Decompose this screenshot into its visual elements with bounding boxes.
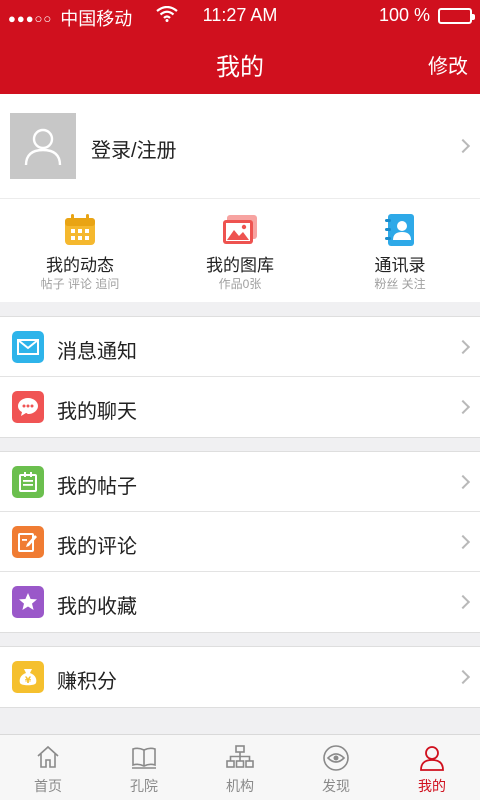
status-bar: ●●●○○ 中国移动 11:27 AM 100 %	[0, 0, 480, 30]
app-header: ●●●○○ 中国移动 11:27 AM 100 % 我的 修改	[0, 0, 480, 94]
profile-login-row[interactable]: 登录/注册	[0, 94, 480, 198]
money-bag-icon: ¥	[12, 661, 44, 693]
default-avatar-icon	[24, 128, 62, 166]
tab-discover[interactable]: 发现	[288, 735, 384, 800]
list-item-label: 我的收藏	[57, 596, 137, 618]
chevron-right-icon	[455, 594, 471, 610]
org-chart-icon	[226, 745, 254, 774]
tab-label: 我的	[418, 778, 446, 794]
quick-links: 我的动态 帖子 评论 追问 我的图库 作品0张 通讯录 粉丝 关注	[0, 198, 480, 302]
quick-link-title: 通讯录	[374, 256, 426, 275]
svg-text:¥: ¥	[25, 676, 32, 686]
tab-label: 发现	[322, 778, 350, 794]
tab-label: 首页	[34, 778, 62, 794]
list-item-label: 我的评论	[57, 536, 137, 558]
tab-confucius-institute[interactable]: 孔院	[96, 735, 192, 800]
tab-label: 机构	[226, 778, 254, 794]
list-item-my-favorites[interactable]: 我的收藏	[0, 572, 480, 632]
battery-percent: 100 %	[378, 5, 430, 25]
list-item-label: 我的帖子	[57, 476, 137, 498]
chevron-right-icon	[455, 339, 471, 355]
quick-link-my-gallery[interactable]: 我的图库 作品0张	[160, 199, 320, 303]
quick-link-subtitle: 帖子 评论 追问	[40, 277, 120, 291]
tab-mine[interactable]: 我的	[384, 735, 480, 800]
eye-icon	[323, 745, 349, 776]
quick-link-my-activity[interactable]: 我的动态 帖子 评论 追问	[0, 199, 160, 303]
user-icon	[420, 745, 444, 776]
list-item-my-chat[interactable]: 我的聊天	[0, 377, 480, 437]
battery-icon	[438, 7, 475, 24]
list-item-label: 消息通知	[57, 341, 137, 363]
section-points: ¥ 赚积分	[0, 646, 480, 708]
contacts-icon	[384, 213, 416, 252]
tab-home[interactable]: 首页	[0, 735, 96, 800]
quick-link-contacts[interactable]: 通讯录 粉丝 关注	[320, 199, 480, 303]
comment-edit-icon	[12, 526, 44, 558]
list-item-my-posts[interactable]: 我的帖子	[0, 452, 480, 512]
post-icon	[12, 466, 44, 498]
gallery-icon	[221, 213, 259, 252]
list-item-earn-points[interactable]: ¥ 赚积分	[0, 647, 480, 707]
chat-icon	[12, 391, 44, 423]
quick-link-title: 我的动态	[46, 256, 114, 275]
battery-status: 100 %	[378, 5, 475, 26]
page-title: 我的	[216, 54, 264, 81]
book-icon	[131, 745, 157, 774]
login-register-label: 登录/注册	[91, 140, 177, 162]
chevron-right-icon	[455, 534, 471, 550]
chevron-right-icon	[455, 399, 471, 415]
calendar-icon	[63, 213, 97, 252]
star-icon	[12, 586, 44, 618]
bottom-tab-bar: 首页 孔院 机构 发现 我的	[0, 734, 480, 800]
tab-label: 孔院	[130, 778, 158, 794]
navigation-bar: 我的 修改	[0, 30, 480, 94]
list-item-my-comments[interactable]: 我的评论	[0, 512, 480, 572]
list-item-label: 我的聊天	[57, 401, 137, 423]
chevron-right-icon	[455, 138, 471, 154]
quick-link-title: 我的图库	[206, 256, 274, 275]
chevron-right-icon	[455, 474, 471, 490]
avatar	[10, 113, 76, 179]
section-messages: 消息通知 我的聊天	[0, 316, 480, 438]
list-item-notifications[interactable]: 消息通知	[0, 317, 480, 377]
quick-link-subtitle: 粉丝 关注	[374, 277, 426, 291]
chevron-right-icon	[455, 669, 471, 685]
home-icon	[36, 745, 60, 774]
quick-link-subtitle: 作品0张	[218, 277, 262, 291]
mail-icon	[12, 331, 44, 363]
list-item-label: 赚积分	[57, 671, 117, 693]
section-content: 我的帖子 我的评论 我的收藏	[0, 451, 480, 633]
edit-button[interactable]: 修改	[428, 50, 468, 79]
tab-institutions[interactable]: 机构	[192, 735, 288, 800]
